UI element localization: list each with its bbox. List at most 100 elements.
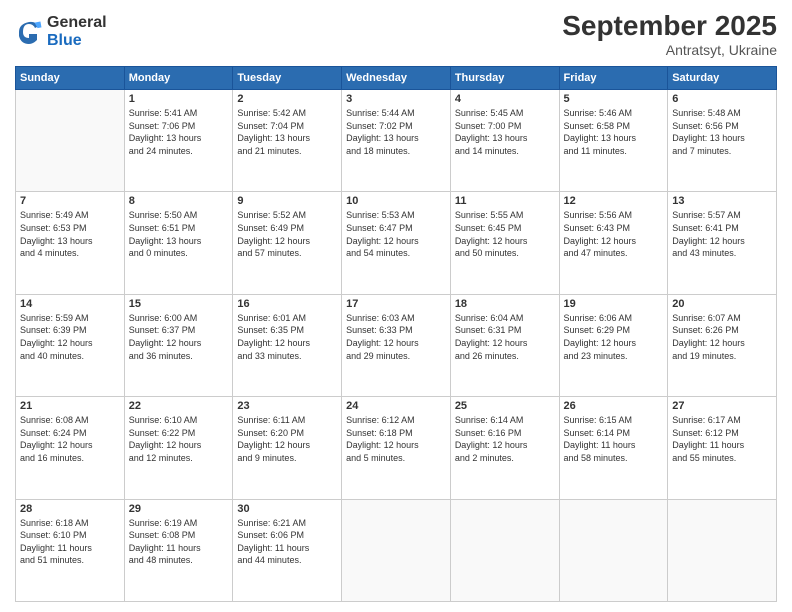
calendar-week-row: 7 Sunrise: 5:49 AM Sunset: 6:53 PM Daylig…	[16, 192, 777, 294]
calendar-cell: 12Sunrise: 5:56 AM Sunset: 6:43 PM Dayli…	[559, 192, 668, 294]
day-info: Sunrise: 6:12 AM Sunset: 6:18 PM Dayligh…	[346, 414, 446, 464]
logo-text: General Blue	[47, 14, 107, 49]
calendar-cell: 20 Sunrise: 6:07 AM Sunset: 6:26 PM Dayli…	[668, 294, 777, 396]
logo-blue: Blue	[47, 32, 107, 50]
day-info: Sunrise: 6:14 AM Sunset: 6:16 PM Dayligh…	[455, 414, 555, 464]
calendar-cell: 7 Sunrise: 5:49 AM Sunset: 6:53 PM Daylig…	[16, 192, 125, 294]
day-number: 7	[20, 195, 120, 207]
day-number: 3	[346, 93, 446, 105]
day-number: 14	[20, 298, 120, 310]
day-info: Sunrise: 5:49 AM Sunset: 6:53 PM Dayligh…	[20, 209, 120, 259]
calendar-cell: 1Sunrise: 5:41 AM Sunset: 7:06 PM Daylig…	[124, 90, 233, 192]
day-info: Sunrise: 5:59 AM Sunset: 6:39 PM Dayligh…	[20, 312, 120, 362]
day-info: Sunrise: 5:55 AM Sunset: 6:45 PM Dayligh…	[455, 209, 555, 259]
calendar-cell: 3 Sunrise: 5:44 AM Sunset: 7:02 PM Daylig…	[342, 90, 451, 192]
logo-general: General	[47, 14, 107, 32]
day-number: 28	[20, 503, 120, 515]
calendar-cell	[559, 499, 668, 601]
header-cell: Sunday	[16, 67, 125, 90]
day-number: 13	[672, 195, 772, 207]
calendar-cell: 19 Sunrise: 6:06 AM Sunset: 6:29 PM Dayli…	[559, 294, 668, 396]
day-info: Sunrise: 6:00 AM Sunset: 6:37 PM Dayligh…	[129, 312, 229, 362]
calendar-cell: 6 Sunrise: 5:48 AM Sunset: 6:56 PM Daylig…	[668, 90, 777, 192]
calendar-cell	[16, 90, 125, 192]
calendar: SundayMondayTuesdayWednesdayThursdayFrid…	[15, 66, 777, 602]
calendar-cell	[450, 499, 559, 601]
calendar-header: SundayMondayTuesdayWednesdayThursdayFrid…	[16, 67, 777, 90]
day-number: 15	[129, 298, 229, 310]
day-number: 30	[237, 503, 337, 515]
day-info: Sunrise: 6:10 AM Sunset: 6:22 PM Dayligh…	[129, 414, 229, 464]
header-cell: Tuesday	[233, 67, 342, 90]
subtitle: Antratsyt, Ukraine	[562, 42, 777, 58]
day-number: 22	[129, 400, 229, 412]
calendar-cell	[342, 499, 451, 601]
day-number: 2	[237, 93, 337, 105]
calendar-cell: 27Sunrise: 6:17 AM Sunset: 6:12 PM Dayli…	[668, 397, 777, 499]
day-info: Sunrise: 5:50 AM Sunset: 6:51 PM Dayligh…	[129, 209, 229, 259]
day-info: Sunrise: 6:21 AM Sunset: 6:06 PM Dayligh…	[237, 517, 337, 567]
calendar-week-row: 1Sunrise: 5:41 AM Sunset: 7:06 PM Daylig…	[16, 90, 777, 192]
day-number: 21	[20, 400, 120, 412]
day-info: Sunrise: 6:18 AM Sunset: 6:10 PM Dayligh…	[20, 517, 120, 567]
day-number: 29	[129, 503, 229, 515]
header-cell: Wednesday	[342, 67, 451, 90]
day-number: 19	[564, 298, 664, 310]
day-number: 25	[455, 400, 555, 412]
month-title: September 2025	[562, 10, 777, 42]
calendar-week-row: 14 Sunrise: 5:59 AM Sunset: 6:39 PM Dayli…	[16, 294, 777, 396]
day-info: Sunrise: 5:52 AM Sunset: 6:49 PM Dayligh…	[237, 209, 337, 259]
calendar-body: 1Sunrise: 5:41 AM Sunset: 7:06 PM Daylig…	[16, 90, 777, 602]
day-info: Sunrise: 5:53 AM Sunset: 6:47 PM Dayligh…	[346, 209, 446, 259]
title-block: September 2025 Antratsyt, Ukraine	[562, 10, 777, 58]
day-info: Sunrise: 6:07 AM Sunset: 6:26 PM Dayligh…	[672, 312, 772, 362]
calendar-cell	[668, 499, 777, 601]
day-number: 17	[346, 298, 446, 310]
calendar-cell: 8 Sunrise: 5:50 AM Sunset: 6:51 PM Daylig…	[124, 192, 233, 294]
day-number: 18	[455, 298, 555, 310]
day-number: 12	[564, 195, 664, 207]
calendar-cell: 13Sunrise: 5:57 AM Sunset: 6:41 PM Dayli…	[668, 192, 777, 294]
calendar-cell: 29 Sunrise: 6:19 AM Sunset: 6:08 PM Dayli…	[124, 499, 233, 601]
calendar-cell: 23Sunrise: 6:11 AM Sunset: 6:20 PM Dayli…	[233, 397, 342, 499]
logo-icon	[15, 18, 43, 46]
header-row: SundayMondayTuesdayWednesdayThursdayFrid…	[16, 67, 777, 90]
day-info: Sunrise: 6:04 AM Sunset: 6:31 PM Dayligh…	[455, 312, 555, 362]
calendar-cell: 18 Sunrise: 6:04 AM Sunset: 6:31 PM Dayli…	[450, 294, 559, 396]
calendar-cell: 14 Sunrise: 5:59 AM Sunset: 6:39 PM Dayli…	[16, 294, 125, 396]
calendar-cell: 17Sunrise: 6:03 AM Sunset: 6:33 PM Dayli…	[342, 294, 451, 396]
day-number: 6	[672, 93, 772, 105]
calendar-week-row: 21Sunrise: 6:08 AM Sunset: 6:24 PM Dayli…	[16, 397, 777, 499]
header: General Blue September 2025 Antratsyt, U…	[15, 10, 777, 58]
day-number: 8	[129, 195, 229, 207]
day-number: 20	[672, 298, 772, 310]
day-info: Sunrise: 6:15 AM Sunset: 6:14 PM Dayligh…	[564, 414, 664, 464]
calendar-cell: 11 Sunrise: 5:55 AM Sunset: 6:45 PM Dayli…	[450, 192, 559, 294]
calendar-cell: 16Sunrise: 6:01 AM Sunset: 6:35 PM Dayli…	[233, 294, 342, 396]
day-number: 26	[564, 400, 664, 412]
header-cell: Monday	[124, 67, 233, 90]
day-number: 24	[346, 400, 446, 412]
day-info: Sunrise: 5:41 AM Sunset: 7:06 PM Dayligh…	[129, 107, 229, 157]
day-number: 11	[455, 195, 555, 207]
header-cell: Friday	[559, 67, 668, 90]
day-info: Sunrise: 6:01 AM Sunset: 6:35 PM Dayligh…	[237, 312, 337, 362]
page: General Blue September 2025 Antratsyt, U…	[0, 0, 792, 612]
calendar-cell: 10Sunrise: 5:53 AM Sunset: 6:47 PM Dayli…	[342, 192, 451, 294]
header-cell: Saturday	[668, 67, 777, 90]
calendar-cell: 25 Sunrise: 6:14 AM Sunset: 6:16 PM Dayli…	[450, 397, 559, 499]
day-info: Sunrise: 6:06 AM Sunset: 6:29 PM Dayligh…	[564, 312, 664, 362]
calendar-cell: 26 Sunrise: 6:15 AM Sunset: 6:14 PM Dayli…	[559, 397, 668, 499]
calendar-cell: 5Sunrise: 5:46 AM Sunset: 6:58 PM Daylig…	[559, 90, 668, 192]
calendar-cell: 28 Sunrise: 6:18 AM Sunset: 6:10 PM Dayli…	[16, 499, 125, 601]
day-info: Sunrise: 5:48 AM Sunset: 6:56 PM Dayligh…	[672, 107, 772, 157]
logo: General Blue	[15, 14, 107, 49]
calendar-cell: 4Sunrise: 5:45 AM Sunset: 7:00 PM Daylig…	[450, 90, 559, 192]
calendar-cell: 24 Sunrise: 6:12 AM Sunset: 6:18 PM Dayli…	[342, 397, 451, 499]
day-number: 27	[672, 400, 772, 412]
calendar-week-row: 28 Sunrise: 6:18 AM Sunset: 6:10 PM Dayli…	[16, 499, 777, 601]
day-info: Sunrise: 5:44 AM Sunset: 7:02 PM Dayligh…	[346, 107, 446, 157]
day-info: Sunrise: 6:19 AM Sunset: 6:08 PM Dayligh…	[129, 517, 229, 567]
day-number: 23	[237, 400, 337, 412]
header-cell: Thursday	[450, 67, 559, 90]
